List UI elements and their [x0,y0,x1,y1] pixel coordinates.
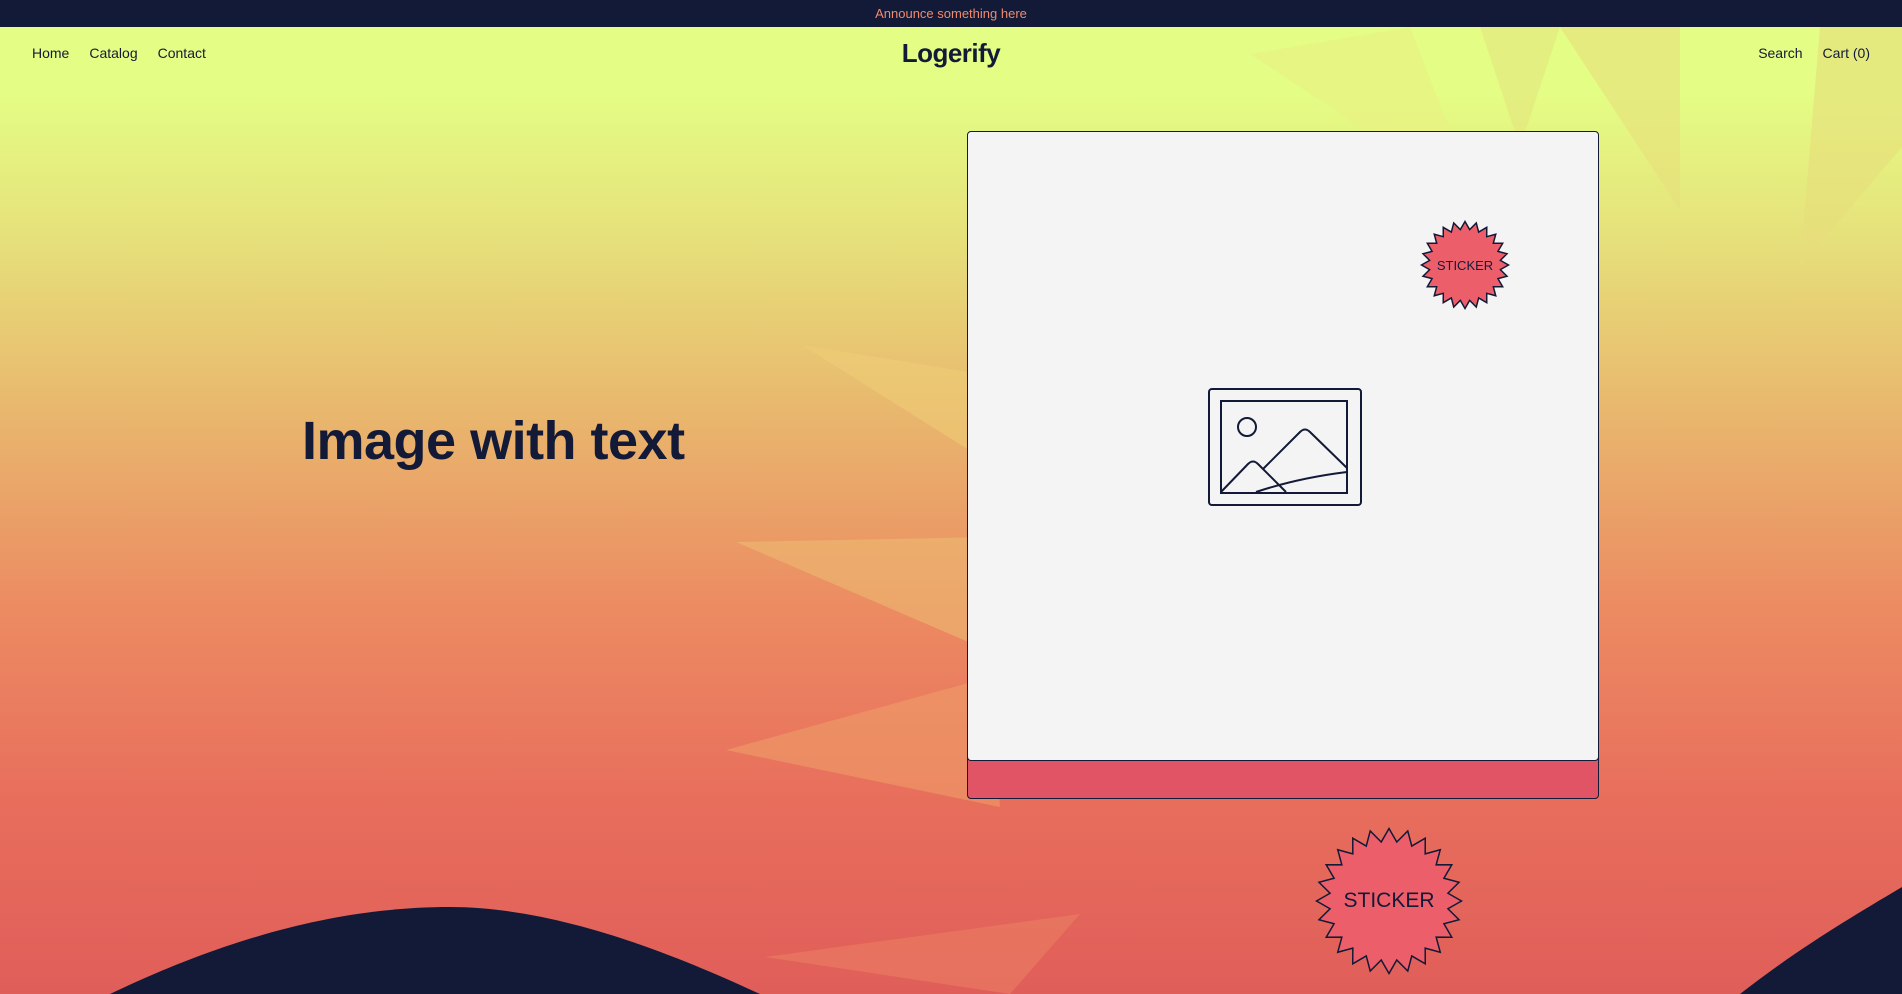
image-placeholder-icon [1208,388,1362,506]
sticker-badge-large: STICKER [1315,827,1463,975]
site-logo[interactable]: Logerify [902,38,1001,69]
main-nav: Home Catalog Contact [32,27,206,79]
nav-contact-link[interactable]: Contact [158,45,206,61]
logo-container: Logerify [0,27,1902,79]
hero-section: Home Catalog Contact Logerify Search Car… [0,27,1902,994]
search-link[interactable]: Search [1758,45,1802,61]
sticker-label: STICKER [1343,889,1435,912]
sticker-label: STICKER [1436,257,1494,273]
sticker-badge-small: STICKER [1420,220,1510,310]
site-header: Home Catalog Contact Logerify Search Car… [0,27,1902,79]
section-heading: Image with text [302,411,685,471]
announcement-text: Announce something here [875,6,1027,21]
cart-link[interactable]: Cart (0) [1823,45,1870,61]
nav-catalog-link[interactable]: Catalog [89,45,137,61]
decorative-background [110,27,1902,994]
nav-home-link[interactable]: Home [32,45,69,61]
announcement-bar: Announce something here [0,0,1902,27]
utility-nav: Search Cart (0) [1758,27,1870,79]
